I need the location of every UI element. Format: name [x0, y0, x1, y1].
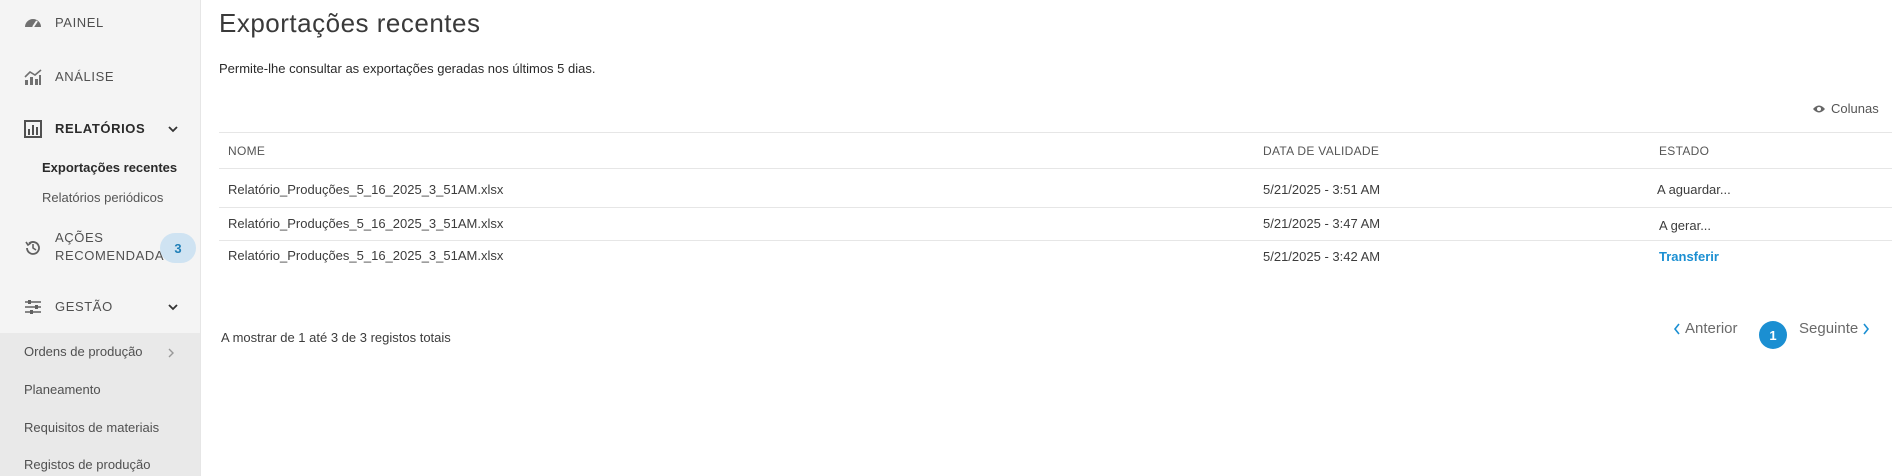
page-number-current[interactable]: 1 [1759, 321, 1787, 349]
sidebar-subitem-planeamento[interactable]: Planeamento [24, 382, 101, 397]
page-title: Exportações recentes [219, 8, 481, 38]
sidebar-item-label: RECOMENDADAS [55, 248, 174, 263]
chevron-right-icon [1863, 323, 1870, 334]
columns-button[interactable]: Colunas [1812, 101, 1879, 116]
cell-expiry: 5/21/2025 - 3:51 AM [1263, 182, 1381, 197]
prev-page-label: Anterior [1685, 320, 1738, 337]
download-link[interactable]: Transferir [1659, 249, 1719, 264]
sidebar-item-gestao[interactable]: GESTÃO [0, 296, 200, 318]
chevron-down-icon[interactable] [167, 301, 179, 313]
sidebar-item-analise[interactable]: ANÁLISE [0, 66, 200, 88]
table-top-border [219, 132, 1892, 133]
sidebar-subitem-relatorios-periodicos[interactable]: Relatórios periódicos [42, 190, 163, 205]
cell-expiry: 5/21/2025 - 3:47 AM [1263, 216, 1381, 231]
sidebar: PAINEL ANÁLISE RELATÓRIOS Exportações re… [0, 0, 201, 476]
row-divider [219, 240, 1892, 241]
count-badge: 3 [160, 233, 196, 263]
sidebar-item-label: ANÁLISE [55, 69, 115, 84]
chevron-left-icon [1673, 323, 1680, 334]
next-page-label: Seguinte [1799, 320, 1859, 337]
page-description: Permite-lhe consultar as exportações ger… [219, 61, 596, 76]
cell-name: Relatório_Produções_5_16_2025_3_51AM.xls… [228, 182, 504, 197]
eye-icon [1813, 105, 1825, 112]
dashboard-icon [22, 12, 44, 34]
sidebar-subitem-ordens-producao[interactable]: Ordens de produção [24, 344, 143, 359]
sidebar-item-label: RELATÓRIOS [55, 121, 146, 136]
cell-name: Relatório_Produções_5_16_2025_3_51AM.xls… [228, 248, 504, 263]
analytics-icon [22, 66, 44, 88]
chevron-down-icon[interactable] [167, 123, 179, 135]
prev-page-button[interactable]: Anterior [1673, 320, 1738, 337]
sidebar-item-label: GESTÃO [55, 299, 113, 314]
sidebar-subitem-requisitos-materiais[interactable]: Requisitos de materiais [24, 420, 159, 435]
sliders-icon [22, 296, 44, 318]
cell-name: Relatório_Produções_5_16_2025_3_51AM.xls… [228, 216, 504, 231]
sidebar-item-label: PAINEL [55, 15, 104, 30]
history-icon [22, 237, 44, 259]
cell-expiry: 5/21/2025 - 3:42 AM [1263, 249, 1381, 264]
row-divider [219, 207, 1892, 208]
cell-status: A aguardar... [1657, 182, 1731, 197]
sidebar-item-painel[interactable]: PAINEL [0, 12, 200, 34]
gestao-submenu: Ordens de produção Planeamento Requisito… [0, 333, 200, 476]
column-header-data-validade[interactable]: DATA DE VALIDADE [1263, 144, 1379, 158]
table-header-border [219, 168, 1892, 169]
columns-button-label: Colunas [1831, 101, 1879, 116]
cell-status: A gerar... [1659, 218, 1712, 233]
sidebar-subitem-exportacoes[interactable]: Exportações recentes [42, 160, 177, 175]
sidebar-item-relatorios[interactable]: RELATÓRIOS [0, 118, 200, 140]
sidebar-item-label: AÇÕES [55, 230, 104, 245]
column-header-estado[interactable]: ESTADO [1659, 144, 1709, 158]
records-summary: A mostrar de 1 até 3 de 3 registos totai… [221, 330, 451, 345]
sidebar-item-acoes[interactable]: AÇÕES RECOMENDADAS 3 [0, 228, 200, 268]
sidebar-subitem-registos-producao[interactable]: Registos de produção [24, 457, 150, 472]
chevron-right-icon[interactable] [167, 348, 175, 358]
reports-icon [22, 118, 44, 140]
column-header-nome[interactable]: NOME [228, 144, 265, 158]
next-page-button[interactable]: Seguinte [1799, 320, 1870, 337]
